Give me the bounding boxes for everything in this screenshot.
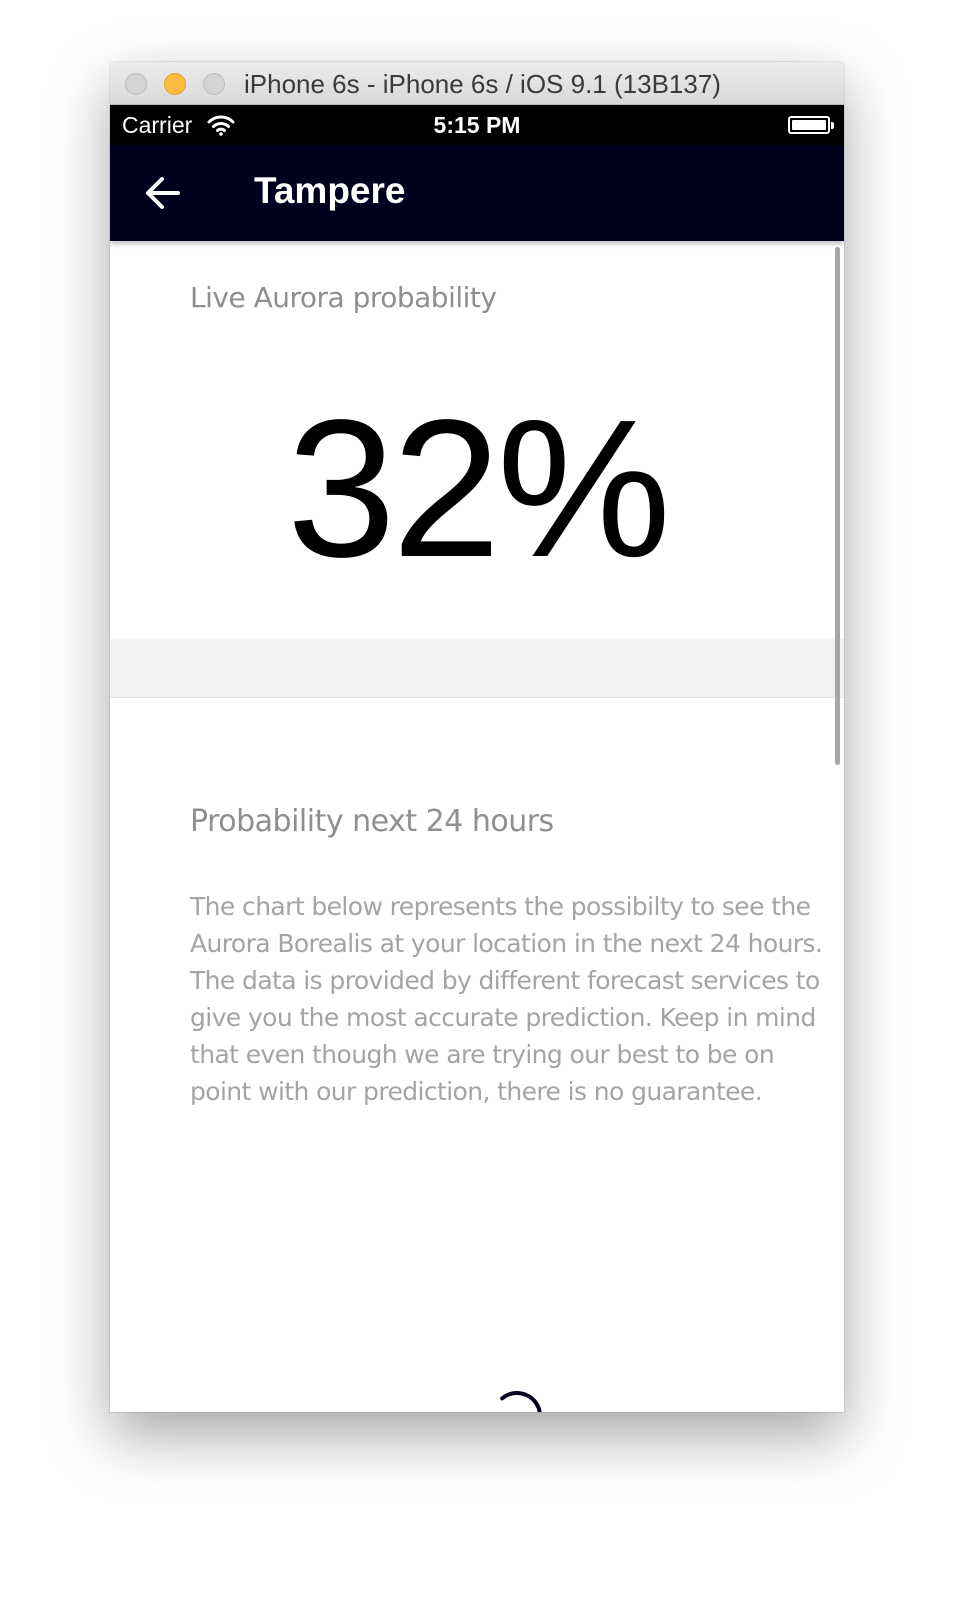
- status-time: 5:15 PM: [433, 112, 521, 138]
- minimize-window-button[interactable]: [164, 73, 186, 95]
- arrow-left-icon: [146, 177, 180, 209]
- zoom-window-button[interactable]: [203, 73, 225, 95]
- window-title: iPhone 6s - iPhone 6s / iOS 9.1 (13B137): [244, 69, 721, 99]
- content-scroll-area[interactable]: Live Aurora probability 32% Probability …: [110, 241, 844, 1412]
- app-bar: Tampere: [110, 145, 844, 241]
- loading-spinner: [490, 1389, 544, 1412]
- forecast-description: The chart below represents the possibilt…: [190, 892, 823, 1106]
- battery-icon: [788, 116, 834, 134]
- close-window-button[interactable]: [125, 73, 147, 95]
- window-titlebar: iPhone 6s - iPhone 6s / iOS 9.1 (13B137): [110, 62, 844, 105]
- card-separator: [110, 639, 844, 698]
- simulator-window: iPhone 6s - iPhone 6s / iOS 9.1 (13B137)…: [110, 62, 844, 1412]
- page-title: Tampere: [254, 170, 406, 211]
- scrollbar-thumb[interactable]: [835, 247, 840, 765]
- probability-value: 32%: [286, 379, 671, 598]
- live-probability-card: Live Aurora probability 32%: [110, 241, 844, 640]
- ios-status-bar: Carrier 5:15 PM: [110, 105, 844, 145]
- back-button[interactable]: [140, 173, 188, 213]
- live-probability-title: Live Aurora probability: [190, 281, 497, 314]
- forecast-title: Probability next 24 hours: [190, 804, 554, 839]
